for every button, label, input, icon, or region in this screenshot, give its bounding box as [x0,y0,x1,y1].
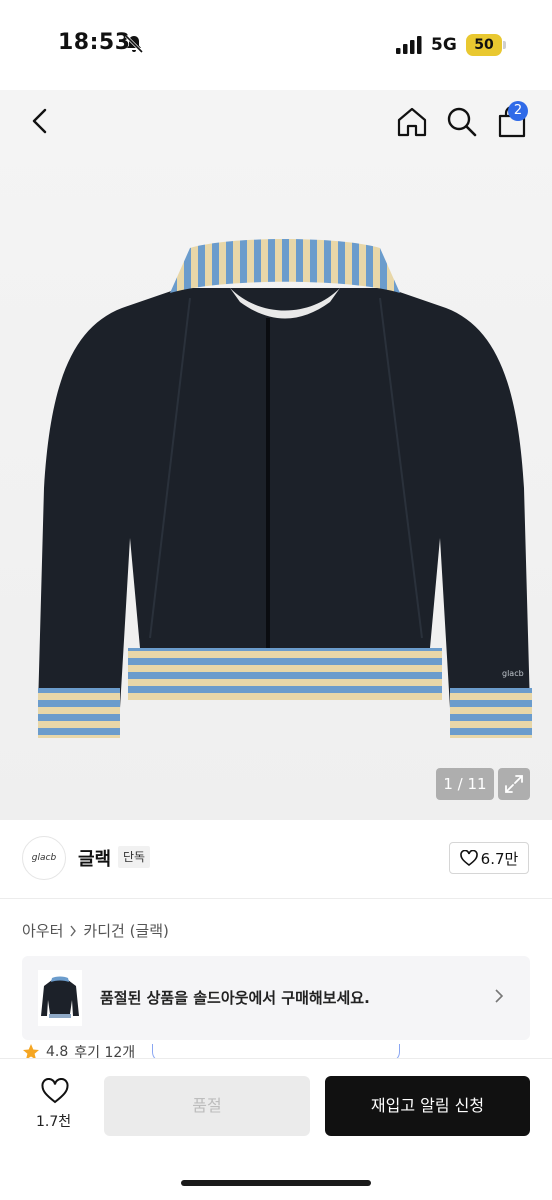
breadcrumb-subcategory[interactable]: 카디건 (글랙) [83,920,168,941]
breadcrumb-category[interactable]: 아우터 [22,920,63,941]
brand-like-count: 6.7만 [480,849,519,868]
heart-icon [459,850,478,866]
status-bar: 18:53 5G 50 [0,0,552,90]
breadcrumb: 아우터 카디건 (글랙) [22,920,169,941]
banner-product-thumbnail [38,970,82,1026]
back-icon[interactable] [24,104,56,138]
home-indicator [181,1180,371,1186]
battery-icon: 50 [466,34,502,56]
svg-text:glacb: glacb [502,669,524,678]
chevron-right-icon [70,925,77,936]
banner-text: 품절된 상품을 솔드아웃에서 구매해보세요. [100,989,370,1007]
battery-tip [503,41,506,49]
gallery-page-indicator: 1 / 11 [436,768,494,800]
home-icon[interactable] [394,104,430,140]
status-time: 18:53 [58,30,131,55]
brand-logo[interactable]: glacb [22,836,66,880]
chevron-right-icon [495,989,504,1003]
brand-name[interactable]: 글랙 [78,845,111,871]
top-nav [0,90,552,154]
signal-icon [396,36,422,54]
product-image: glacb [38,239,532,738]
network-label: 5G [431,35,457,55]
wishlist-count: 1.7천 [36,1114,72,1130]
soldout-button: 품절 [104,1076,310,1136]
expand-icon[interactable] [498,768,530,800]
section-divider [0,898,552,899]
bell-off-icon [124,34,144,54]
cart-badge: 2 [508,101,528,121]
search-icon[interactable] [444,104,480,140]
heart-icon [41,1078,69,1104]
brand-like-button[interactable]: 6.7만 [449,842,529,874]
soldout-banner[interactable]: 품절된 상품을 솔드아웃에서 구매해보세요. [22,956,530,1040]
exclusive-badge: 단독 [118,846,151,868]
restock-alert-button[interactable]: 재입고 알림 신청 [325,1076,530,1136]
